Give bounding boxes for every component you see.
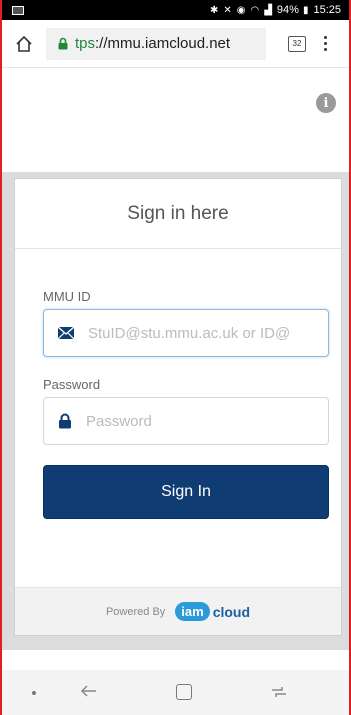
recents-icon bbox=[272, 687, 286, 697]
battery-icon: ▮ bbox=[302, 4, 310, 16]
system-nav-bar bbox=[2, 670, 349, 715]
back-arrow-icon bbox=[80, 685, 96, 697]
menu-dot bbox=[324, 36, 327, 39]
url-text: tps://mmu.iamcloud.net bbox=[75, 35, 230, 52]
address-bar[interactable]: tps://mmu.iamcloud.net bbox=[46, 27, 266, 60]
status-left bbox=[12, 5, 24, 15]
padlock-icon bbox=[58, 413, 72, 429]
gallery-notification-icon bbox=[12, 5, 24, 15]
battery-percent: 94% bbox=[276, 4, 299, 16]
browser-menu-button[interactable] bbox=[324, 36, 327, 51]
wifi-icon: ◠ bbox=[250, 4, 261, 16]
card-title: Sign in here bbox=[15, 179, 341, 249]
tab-switcher-button[interactable]: 32 bbox=[288, 35, 306, 52]
password-field[interactable]: Password bbox=[43, 397, 329, 445]
status-bar: ✱ ✕ ◉ ◠ ▟ 94% ▮ 15:25 bbox=[2, 0, 349, 20]
browser-toolbar: tps://mmu.iamcloud.net 32 bbox=[2, 20, 349, 68]
menu-dot bbox=[324, 48, 327, 51]
mmu-id-label: MMU ID bbox=[43, 289, 91, 304]
logo-iam-text: iam bbox=[175, 602, 210, 621]
logo-cloud-text: cloud bbox=[212, 603, 251, 620]
bluetooth-icon: ✱ bbox=[209, 4, 220, 16]
url-host: ://mmu.iamcloud.net bbox=[95, 35, 231, 52]
password-placeholder: Password bbox=[86, 412, 152, 430]
info-icon[interactable]: i bbox=[316, 93, 336, 113]
password-label: Password bbox=[43, 377, 101, 392]
url-scheme: tps bbox=[75, 35, 96, 52]
menu-dot bbox=[324, 42, 327, 45]
iamcloud-logo[interactable]: iam cloud bbox=[175, 602, 250, 621]
home-nav-button[interactable] bbox=[176, 684, 192, 700]
alarm-icon: ◉ bbox=[236, 4, 247, 16]
powered-by-text: Powered By bbox=[105, 605, 166, 618]
card-footer: Powered By iam cloud bbox=[15, 587, 341, 635]
back-button[interactable] bbox=[80, 682, 98, 705]
home-icon bbox=[16, 35, 32, 52]
mute-icon: ✕ bbox=[223, 4, 233, 16]
home-button[interactable] bbox=[2, 20, 46, 68]
mmu-id-field[interactable]: StuID@stu.mmu.ac.uk or ID@ bbox=[43, 309, 329, 357]
nav-indicator-dot bbox=[32, 691, 36, 695]
recents-button[interactable] bbox=[270, 683, 288, 706]
login-card: Sign in here MMU ID StuID@stu.mmu.ac.uk … bbox=[14, 178, 342, 636]
clock: 15:25 bbox=[313, 4, 341, 16]
status-right: ✱ ✕ ◉ ◠ ▟ 94% ▮ 15:25 bbox=[210, 4, 341, 16]
signal-icon: ▟ bbox=[264, 4, 273, 16]
mmu-id-placeholder: StuID@stu.mmu.ac.uk or ID@ bbox=[88, 324, 291, 342]
envelope-icon bbox=[58, 327, 74, 339]
sign-in-button[interactable]: Sign In bbox=[43, 465, 329, 519]
lock-icon bbox=[58, 37, 68, 50]
